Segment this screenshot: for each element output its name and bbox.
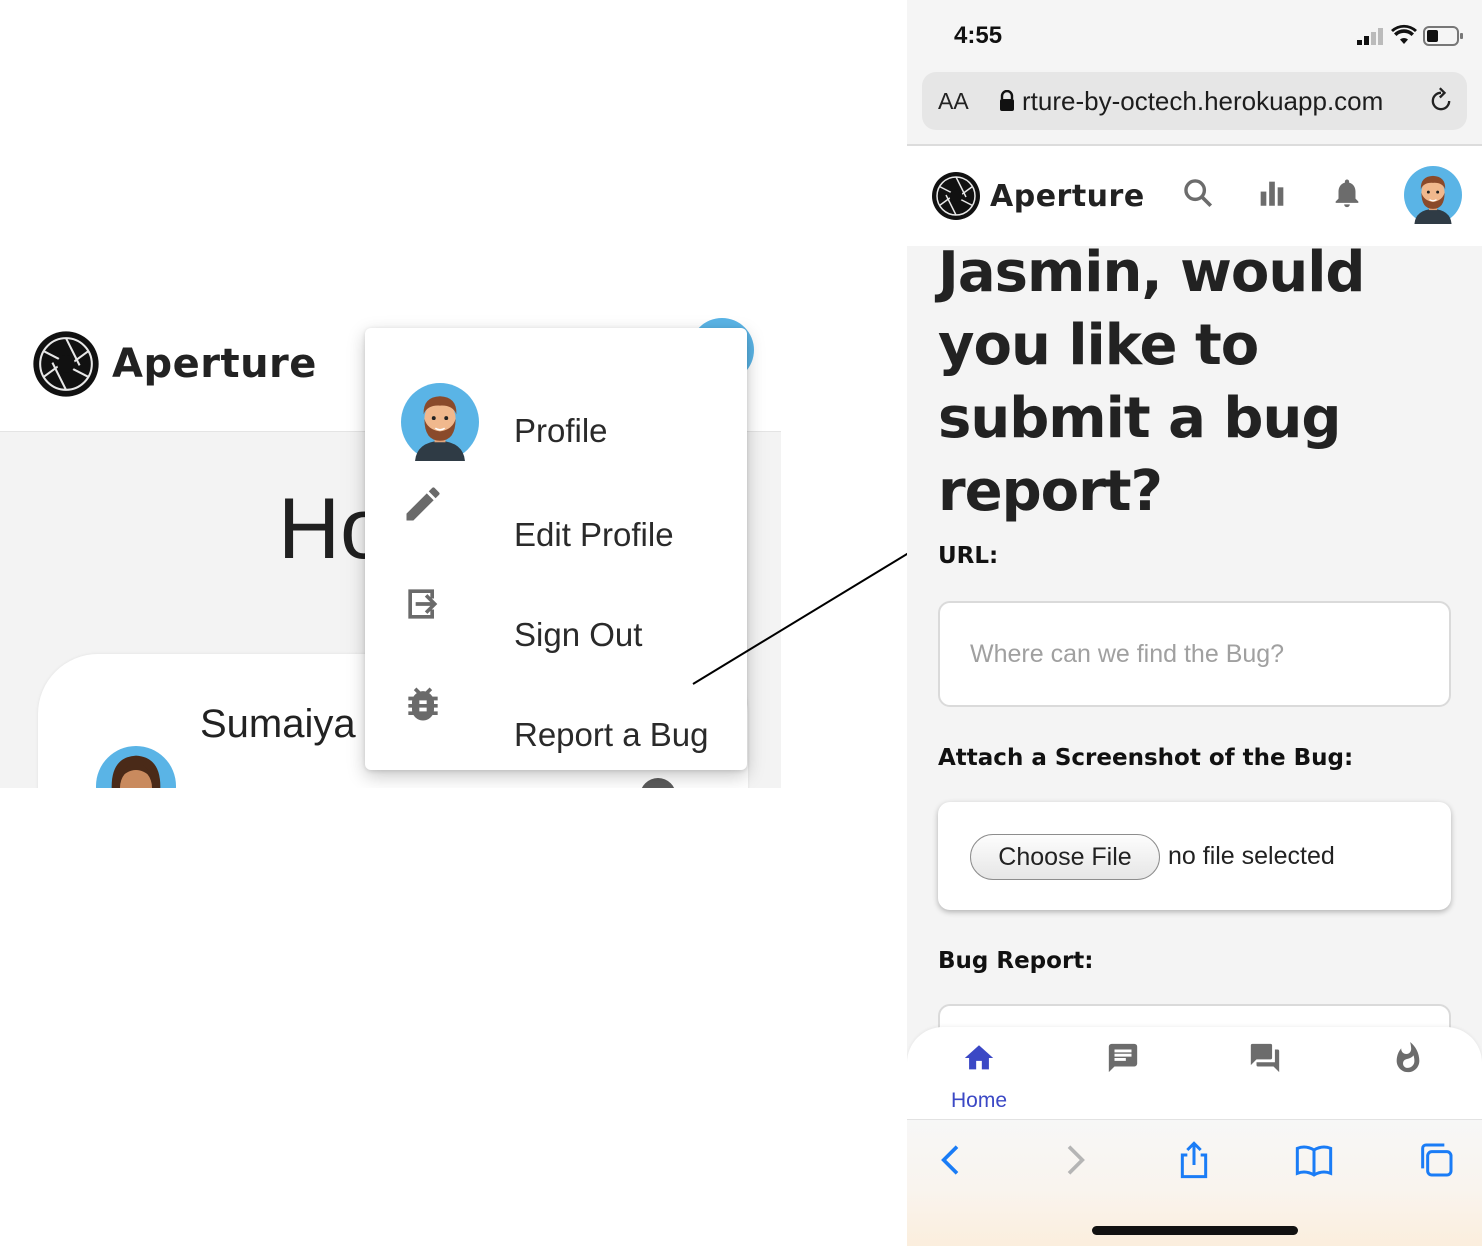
tabs-icon[interactable] — [1416, 1140, 1456, 1180]
nav-forum[interactable] — [1220, 1041, 1310, 1111]
menu-item-edit-profile[interactable]: Edit Profile — [365, 482, 747, 582]
text-size-button[interactable]: AA — [938, 88, 969, 115]
pencil-icon — [406, 487, 440, 521]
url-input[interactable] — [938, 601, 1451, 707]
account-dropdown-menu: Profile Edit Profile Sign Out Report a B… — [365, 328, 747, 770]
wifi-icon — [1391, 24, 1417, 44]
file-status: no file selected — [1168, 842, 1335, 870]
brand[interactable]: Aperture — [931, 171, 1145, 221]
bookmarks-icon[interactable] — [1294, 1140, 1334, 1180]
nav-home[interactable]: Home — [934, 1041, 1024, 1112]
status-bar: 4:55 — [907, 0, 1482, 70]
menu-item-report-bug[interactable]: Report a Bug — [365, 682, 747, 782]
menu-item-profile[interactable]: Profile — [365, 378, 747, 478]
menu-item-label: Sign Out — [514, 616, 643, 653]
menu-item-label: Profile — [514, 412, 608, 449]
forward-icon[interactable] — [1054, 1140, 1094, 1180]
battery-icon — [1423, 26, 1463, 46]
bar-chart-icon[interactable] — [1255, 176, 1289, 210]
avatar — [401, 378, 479, 466]
lock-icon — [1000, 90, 1014, 111]
user-card-avatar — [96, 746, 176, 788]
bug-report-label: Bug Report: — [938, 948, 1094, 974]
avatar[interactable] — [1404, 162, 1462, 228]
home-icon — [964, 1045, 994, 1070]
reload-icon[interactable] — [1427, 87, 1455, 115]
share-icon[interactable] — [1174, 1140, 1214, 1180]
url-label: URL: — [938, 543, 999, 569]
file-input[interactable]: Choose File no file selected — [938, 802, 1451, 910]
menu-item-label: Edit Profile — [514, 516, 674, 553]
sign-out-icon — [408, 589, 438, 619]
desktop-screenshot-panel: Aperture Ho Sumaiya Profile Edit Profile… — [0, 300, 781, 788]
aperture-logo-icon — [32, 330, 100, 398]
nav-home-label: Home — [950, 1089, 1008, 1112]
aperture-logo-icon — [931, 171, 981, 221]
browser-address-bar[interactable]: AA rture-by-octech.herokuapp.com — [922, 72, 1467, 130]
status-time: 4:55 — [954, 22, 1003, 49]
screenshot-label: Attach a Screenshot of the Bug: — [938, 745, 1354, 771]
forum-icon — [1250, 1043, 1280, 1073]
bell-icon[interactable] — [1330, 176, 1364, 210]
menu-item-label: Report a Bug — [514, 716, 709, 753]
bug-icon — [408, 687, 438, 721]
signal-icon — [1357, 28, 1383, 45]
choose-file-button[interactable]: Choose File — [970, 834, 1160, 880]
mobile-app-bar: Aperture — [907, 146, 1482, 246]
user-card-name: Sumaiya — [200, 702, 356, 746]
page-heading: Jasmin, would you like to submit a bug r… — [938, 240, 1366, 524]
search-icon[interactable] — [1181, 176, 1215, 210]
mobile-screenshot-panel: 4:55 AA rture-by-octech.herokuapp.com Ap… — [907, 0, 1482, 1246]
bottom-navigation: Home — [907, 1027, 1482, 1119]
nav-messages[interactable] — [1078, 1041, 1168, 1111]
browser-toolbar — [907, 1119, 1482, 1246]
nav-trending[interactable] — [1363, 1041, 1453, 1111]
message-icon — [1108, 1043, 1138, 1073]
brand[interactable]: Aperture — [32, 330, 317, 398]
home-indicator[interactable] — [1092, 1226, 1298, 1235]
menu-item-sign-out[interactable]: Sign Out — [365, 582, 747, 682]
url-text: rture-by-octech.herokuapp.com — [1022, 86, 1384, 116]
brand-name: Aperture — [990, 178, 1145, 214]
back-icon[interactable] — [932, 1140, 972, 1180]
fire-icon — [1396, 1041, 1420, 1073]
brand-name: Aperture — [112, 341, 317, 387]
